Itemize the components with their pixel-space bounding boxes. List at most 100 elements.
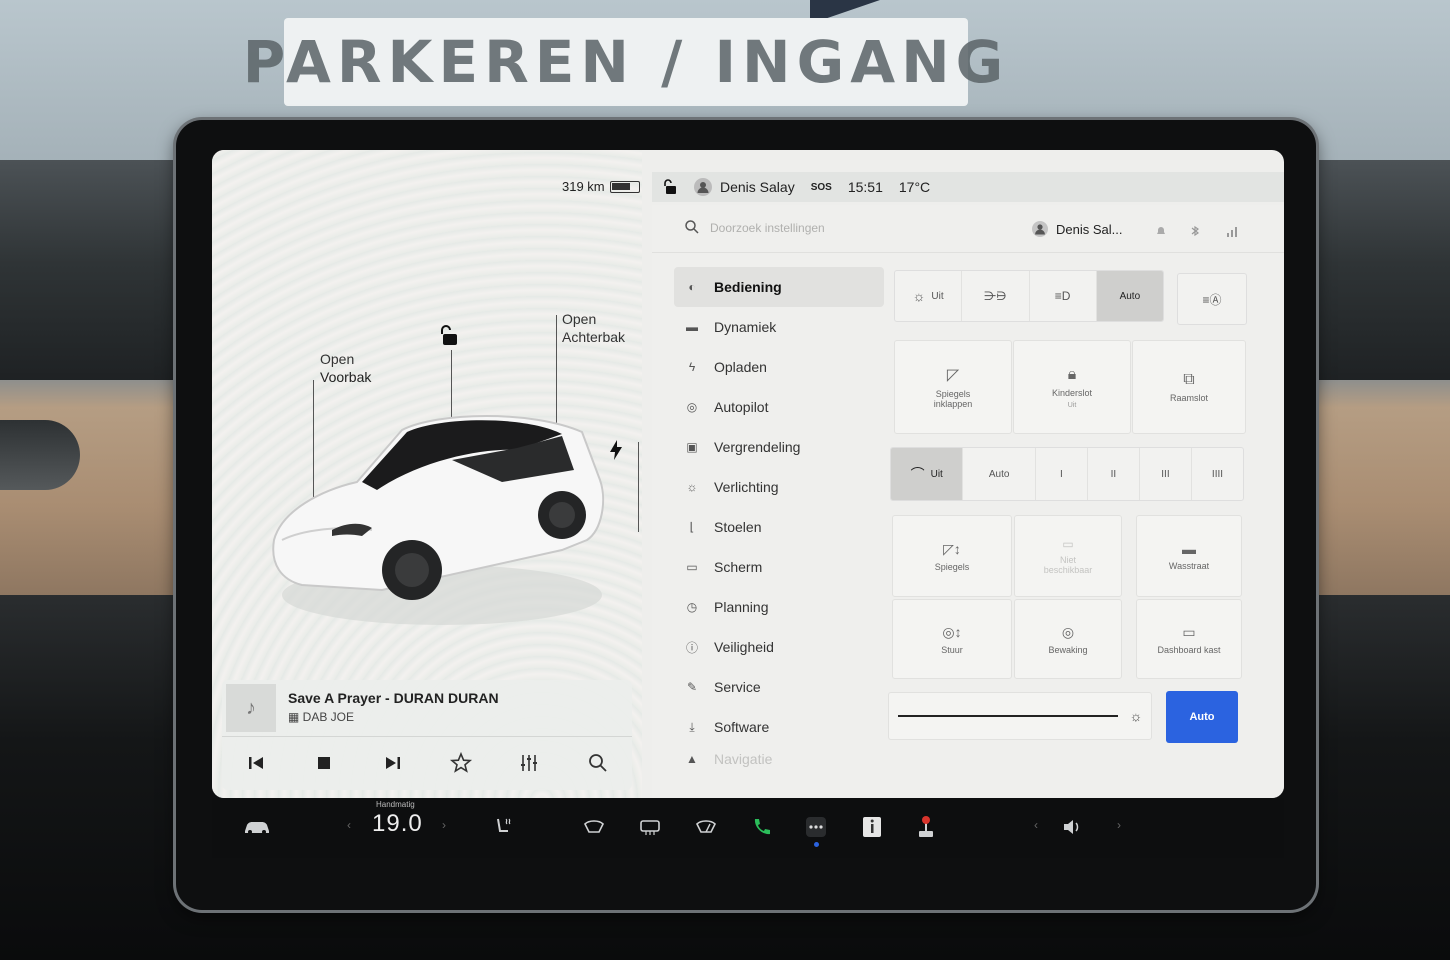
brightness-sun-icon: ☼ <box>1129 708 1143 724</box>
charge-callout-line <box>638 442 639 532</box>
temperature-value[interactable]: 19.0 <box>372 810 423 838</box>
range-text: 319 km <box>562 179 605 194</box>
brightness-slider[interactable] <box>897 715 1118 717</box>
nav-label: Scherm <box>714 559 763 575</box>
media-player: ♪ Save A Prayer - DURAN DURAN ▦ DAB JOE <box>222 680 632 790</box>
frunk-button[interactable]: Open Voorbak <box>320 350 371 386</box>
camera-icon: ▭ <box>1062 537 1074 551</box>
wiper-speed-3-label: III <box>1161 468 1170 480</box>
wiper-speed-4-label: IIII <box>1211 468 1224 480</box>
volume-up-chevron[interactable]: › <box>1117 818 1121 832</box>
window-lock-button[interactable]: ⧉ Raamslot <box>1132 340 1246 434</box>
settings-search-row: Denis Sal... <box>652 205 1284 253</box>
seat-heater-button[interactable] <box>492 812 516 842</box>
steering-adjust-button[interactable]: ◎↕ Stuur <box>892 599 1012 679</box>
toggle-icon: ◐ <box>688 280 696 294</box>
nav-item-navigatie[interactable]: ▲ Navigatie <box>674 747 884 771</box>
track-title: Save A Prayer - DURAN DURAN <box>288 690 499 706</box>
nav-item-scherm[interactable]: ▭ Scherm <box>674 547 884 587</box>
nav-item-bediening[interactable]: ◐ Bediening <box>674 267 884 307</box>
nav-item-planning[interactable]: ◷ Planning <box>674 587 884 627</box>
lock-icon: ▣ <box>686 440 698 454</box>
stop-icon[interactable] <box>312 751 336 775</box>
sentry-icon: ◎ <box>1061 623 1075 640</box>
seat-icon: ⌊ <box>689 520 695 534</box>
temp-down-chevron[interactable]: ‹ <box>347 818 351 832</box>
headlights-segmented-control: ☼ Uit ⋺⋻ ≡D Auto <box>894 270 1164 322</box>
wiper-button[interactable] <box>694 812 718 842</box>
bluetooth-icon[interactable] <box>1189 225 1201 237</box>
sentry-button[interactable]: ◎ Bewaking <box>1014 599 1122 679</box>
volume-down-chevron[interactable]: ‹ <box>1034 818 1038 832</box>
nav-label: Planning <box>714 599 769 615</box>
child-lock-button[interactable]: 🔒︎ Kinderslot Uit <box>1013 340 1131 434</box>
wiper-off-option[interactable]: ⌒ Uit <box>891 448 964 500</box>
nav-item-opladen[interactable]: ϟ Opladen <box>674 347 884 387</box>
front-defrost-button[interactable] <box>582 812 606 842</box>
low-beam-option[interactable]: ≡D <box>1030 271 1097 321</box>
toybox-button[interactable] <box>914 812 938 842</box>
wiper-speed-2[interactable]: II <box>1088 448 1140 500</box>
fold-mirrors-button[interactable]: ◸ Spiegels inklappen <box>894 340 1012 434</box>
mirrors-adjust-button[interactable]: ◸↕ Spiegels <box>892 515 1012 597</box>
wiper-speed-4[interactable]: IIII <box>1192 448 1243 500</box>
sentry-label: Bewaking <box>1048 644 1088 655</box>
clock: 15:51 <box>847 179 883 195</box>
next-icon[interactable] <box>381 751 405 775</box>
previous-icon[interactable] <box>244 751 268 775</box>
car-wash-button[interactable]: ▬ Wasstraat <box>1136 515 1242 597</box>
wiper-speed-3[interactable]: III <box>1140 448 1192 500</box>
nav-item-service[interactable]: ✎ Service <box>674 667 884 707</box>
lights-off-option[interactable]: ☼ Uit <box>895 271 963 321</box>
child-lock-label: Kinderslot <box>1051 387 1093 398</box>
parking-lights-option[interactable]: ⋺⋻ <box>962 271 1030 321</box>
parking-sign: PARKEREN / INGANG <box>243 18 1003 106</box>
user-profile-button[interactable]: Denis Salay <box>694 178 795 196</box>
brightness-auto-button[interactable]: Auto <box>1166 691 1238 743</box>
nav-label: Dynamiek <box>714 319 777 335</box>
more-apps-button[interactable] <box>804 812 828 842</box>
wiper-icon: ⌒ <box>910 466 925 482</box>
bell-icon[interactable] <box>1155 225 1167 237</box>
auto-high-beam-button[interactable]: ≡Ⓐ <box>1177 273 1247 325</box>
lights-auto-option[interactable]: Auto <box>1096 271 1163 321</box>
car-wash-icon: ▬ <box>1182 541 1196 557</box>
window-lock-icon: ⧉ <box>1183 371 1195 388</box>
nav-item-veiligheid[interactable]: ⓘ Veiligheid <box>674 627 884 667</box>
rear-defrost-button[interactable] <box>638 812 662 842</box>
settings-nav: ◐ Bediening ▬ Dynamiek ϟ Opladen ◎ Autopilot… <box>674 267 884 771</box>
temp-up-chevron[interactable]: › <box>442 818 446 832</box>
status-icons <box>1155 225 1239 237</box>
nav-item-vergrendeling[interactable]: ▣ Vergrendeling <box>674 427 884 467</box>
search-icon[interactable] <box>586 751 610 775</box>
star-icon[interactable] <box>449 751 473 775</box>
glovebox-button[interactable]: ▭ Dashboard kast <box>1136 599 1242 679</box>
volume-button[interactable] <box>1060 812 1084 842</box>
equalizer-icon[interactable] <box>517 751 541 775</box>
fold-mirrors-label: Spiegels inklappen <box>933 389 973 409</box>
status-bar: Denis Salay SOS 15:51 17°C <box>652 172 1284 202</box>
phone-button[interactable] <box>750 812 774 842</box>
user-icon <box>1032 221 1048 237</box>
nav-item-software[interactable]: ⤓ Software <box>674 707 884 747</box>
front-defrost-icon <box>584 820 604 833</box>
wiper-speed-1[interactable]: I <box>1036 448 1088 500</box>
car-image <box>272 415 605 625</box>
wiper-auto-option[interactable]: Auto <box>963 448 1036 500</box>
trunk-button[interactable]: Open Achterbak <box>562 310 625 346</box>
station-name: DAB JOE <box>302 710 355 724</box>
nav-item-dynamiek[interactable]: ▬ Dynamiek <box>674 307 884 347</box>
nav-label: Vergrendeling <box>714 439 801 455</box>
manual-button[interactable] <box>860 812 884 842</box>
nav-item-stoelen[interactable]: ⌊ Stoelen <box>674 507 884 547</box>
unlock-icon[interactable] <box>440 325 460 347</box>
profile-chip[interactable]: Denis Sal... <box>1032 221 1122 237</box>
nav-item-verlichting[interactable]: ☼ Verlichting <box>674 467 884 507</box>
nav-item-autopilot[interactable]: ◎ Autopilot <box>674 387 884 427</box>
settings-search-input[interactable] <box>710 217 910 239</box>
lock-status-icon[interactable] <box>664 179 678 195</box>
sos-button[interactable]: SOS <box>811 182 832 193</box>
lightning-icon: ϟ <box>688 360 696 374</box>
music-note-icon: ♪ <box>226 684 276 732</box>
car-button[interactable] <box>240 812 274 842</box>
